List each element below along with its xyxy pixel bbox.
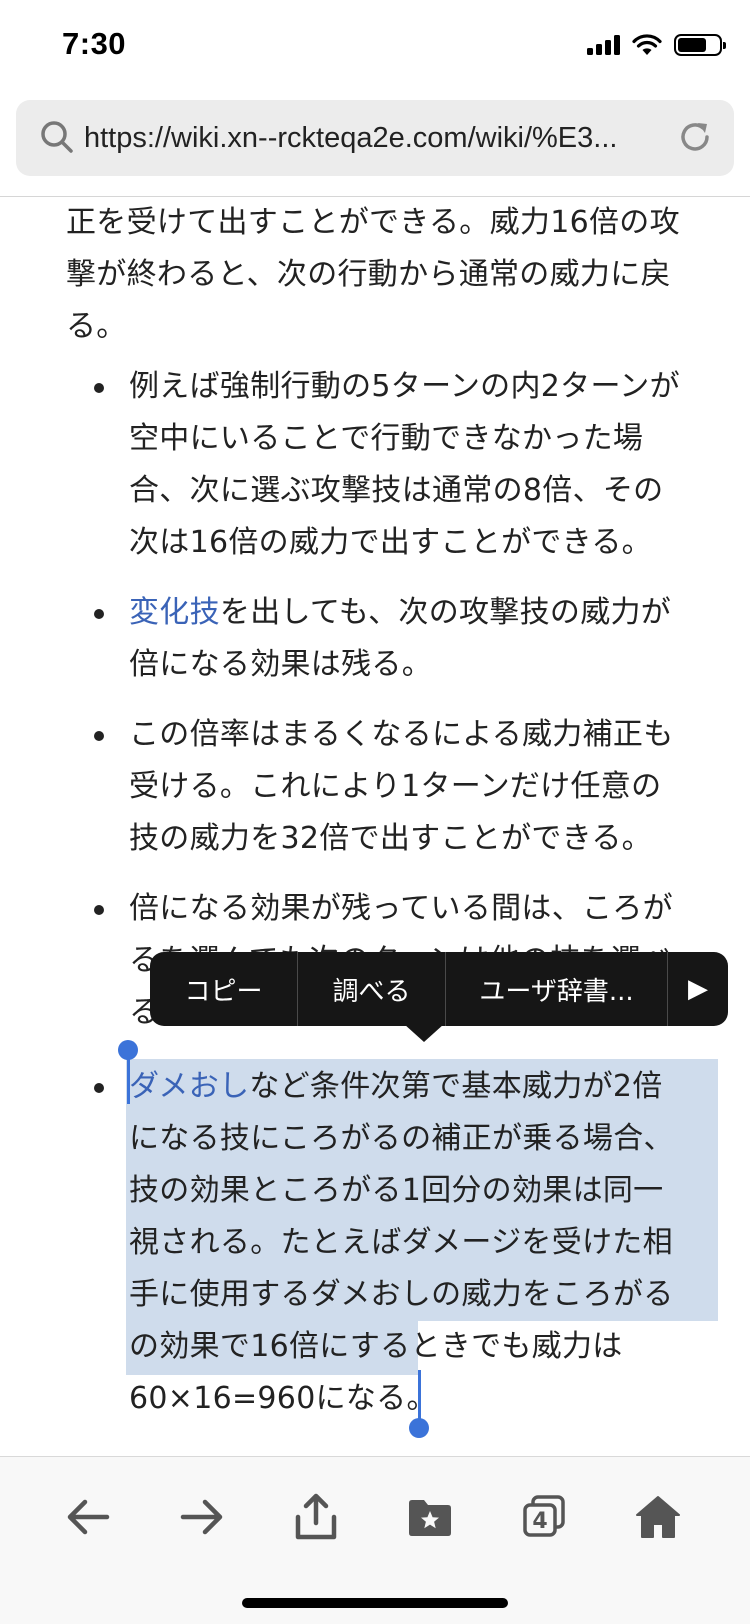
status-icons [587,34,726,56]
share-icon [295,1493,337,1540]
selection-end-caret[interactable] [418,1370,421,1422]
cellular-signal-icon [587,35,620,55]
selection-end-handle[interactable] [409,1418,429,1438]
list-item-line: 60×16=960になる。 [129,1381,437,1416]
more-menu-arrow[interactable]: ▶ [668,952,728,1026]
back-arrow-icon [67,1499,110,1535]
paragraph-line: 正を受けて出すことができる。威力16倍の攻 [66,205,680,240]
bookmarks-button[interactable] [398,1485,462,1549]
list-item-line: 手に使用するダメおしの威力をころがる [129,1277,674,1312]
tab-count: 4 [532,1509,547,1534]
home-icon [636,1496,680,1538]
url-text[interactable]: https://wiki.xn--rckteqa2e.com/wiki/%E3.… [84,122,684,155]
list-bullet [94,1083,104,1093]
forward-arrow-icon [180,1499,223,1535]
home-indicator [242,1598,508,1608]
paragraph-line: 撃が終わると、次の行動から通常の威力に戻 [66,257,671,292]
back-button[interactable] [56,1485,120,1549]
list-item-line: になる技にころがるの補正が乗る場合、 [129,1121,674,1156]
status-time: 7:30 [62,26,127,61]
list-item-text: を出しても、次の攻撃技の威力が [219,595,672,630]
list-item-line: 技の効果ところがる1回分の効果は同一 [129,1173,664,1208]
text-selection-menu: コピー 調べる ユーザ辞書... ▶ [150,952,728,1026]
list-item-line: 技の威力を32倍で出すことができる。 [129,821,652,856]
article-content: 正を受けて出すことができる。威力16倍の攻 撃が終わると、次の行動から通常の威力… [0,197,750,1457]
address-bar[interactable]: https://wiki.xn--rckteqa2e.com/wiki/%E3.… [16,100,734,176]
list-item-line: 倍になる効果は残る。 [129,647,432,682]
battery-icon [674,34,726,56]
list-bullet [94,905,104,915]
list-item-line: の効果で16倍にするときでも威力は [129,1329,623,1364]
paragraph-line: る。 [66,309,127,344]
lookup-menu-item[interactable]: 調べる [298,952,446,1026]
list-item-line: この倍率はまるくなるによる威力補正も [129,717,674,752]
list-item-line: 次は16倍の威力で出すことができる。 [129,525,652,560]
list-item-line: 視される。たとえばダメージを受けた相 [129,1225,673,1260]
search-icon [41,121,73,153]
list-item-line: 空中にいることで行動できなかった場 [129,421,644,456]
copy-menu-item[interactable]: コピー [150,952,298,1026]
list-item-line: 変化技を出しても、次の攻撃技の威力が [129,587,671,639]
list-bullet [94,609,104,619]
tabs-button[interactable]: 4 [512,1485,576,1549]
home-button[interactable] [626,1485,690,1549]
share-button[interactable] [284,1485,348,1549]
menu-pointer [404,1024,444,1042]
list-item-line: 例えば強制行動の5ターンの内2ターンが [129,369,680,404]
list-item-text: など条件次第で基本威力が2倍 [249,1069,663,1104]
wifi-icon [632,34,662,55]
user-dictionary-menu-item[interactable]: ユーザ辞書... [446,952,668,1026]
reload-icon[interactable] [676,118,714,156]
henkawaza-link[interactable]: 変化技 [129,595,220,630]
bookmark-folder-star-icon [409,1500,451,1536]
forward-button[interactable] [170,1485,234,1549]
list-bullet [94,731,104,741]
list-item-line: 合、次に選ぶ攻撃技は通常の8倍、その [129,473,664,508]
status-bar: 7:30 [0,0,750,92]
list-item-line: 受ける。これにより1ターンだけ任意の [129,769,662,804]
list-item-line: 倍になる効果が残っている間は、ころが [129,891,673,926]
list-item-line: ダメおしなど条件次第で基本威力が2倍 [129,1061,663,1113]
tabs-icon: 4 [523,1495,565,1537]
dameoshi-link[interactable]: ダメおし [129,1069,249,1104]
list-bullet [94,383,104,393]
selection-start-caret[interactable] [127,1054,130,1104]
